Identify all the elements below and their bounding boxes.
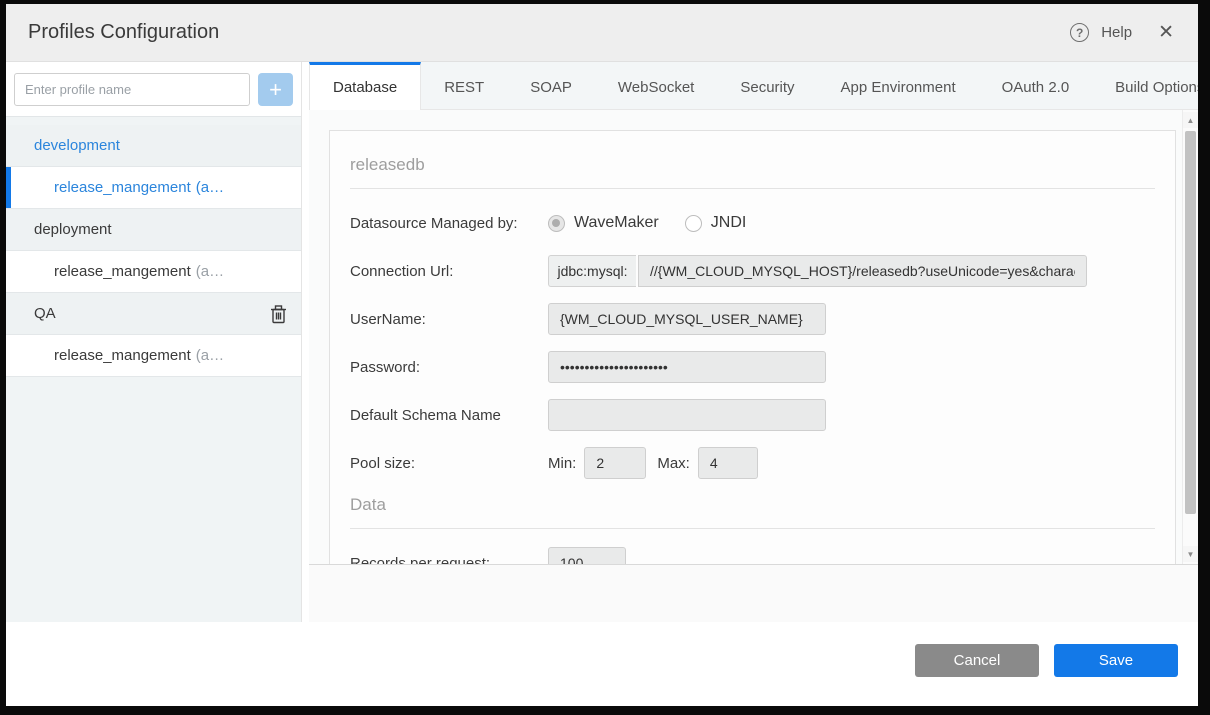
connection-url-input[interactable]	[638, 255, 1087, 287]
tab-build-options[interactable]: Build Options	[1092, 62, 1198, 109]
profiles-configuration-dialog: Profiles Configuration ? Help ✕ + develo…	[6, 4, 1198, 706]
pool-size-label: Pool size:	[350, 455, 548, 472]
dialog-header: Profiles Configuration ? Help ✕	[6, 4, 1198, 62]
radio-wavemaker[interactable]: WaveMaker	[548, 214, 659, 232]
vertical-scrollbar[interactable]: ▲ ▼	[1182, 110, 1198, 564]
datasource-radio-group: WaveMaker JNDI	[548, 214, 746, 232]
tab-rest[interactable]: REST	[421, 62, 507, 109]
tab-soap[interactable]: SOAP	[507, 62, 595, 109]
help-link[interactable]: Help	[1101, 24, 1132, 41]
close-icon[interactable]: ✕	[1158, 23, 1174, 42]
connection-url-control: jdbc:mysql:	[548, 255, 1087, 287]
pool-max-label: Max:	[657, 455, 690, 472]
pool-min-label: Min:	[548, 455, 576, 472]
sidebar-item-release-mangement-development[interactable]: release_mangement (a…	[6, 167, 301, 209]
radio-jndi[interactable]: JNDI	[685, 214, 747, 232]
datasource-label: Datasource Managed by:	[350, 215, 548, 232]
datasource-row: Datasource Managed by: WaveMaker JNDI	[350, 207, 1155, 239]
schema-row: Default Schema Name	[350, 399, 1155, 431]
tab-oauth[interactable]: OAuth 2.0	[979, 62, 1093, 109]
records-label: Records per request:	[350, 555, 548, 565]
radio-unselected-icon	[685, 215, 702, 232]
help-icon[interactable]: ?	[1070, 23, 1089, 42]
sidebar-item-development[interactable]: development	[6, 125, 301, 167]
tab-app-environment[interactable]: App Environment	[818, 62, 979, 109]
tab-websocket[interactable]: WebSocket	[595, 62, 717, 109]
section-divider	[350, 528, 1155, 529]
records-per-request-row: Records per request:	[350, 547, 1155, 564]
connection-url-row: Connection Url: jdbc:mysql:	[350, 255, 1155, 287]
profile-item-label: release_mangement	[54, 179, 191, 196]
tab-bar: Database REST SOAP WebSocket Security Ap…	[309, 62, 1198, 110]
records-per-request-input[interactable]	[548, 547, 626, 564]
cancel-button[interactable]: Cancel	[915, 644, 1039, 677]
database-tab-content: releasedb Datasource Managed by: WaveMak…	[309, 110, 1182, 564]
password-row: Password:	[350, 351, 1155, 383]
pool-size-row: Pool size: Min: Max:	[350, 447, 1155, 479]
profile-item-label: release_mangement	[54, 347, 191, 364]
header-actions: ? Help ✕	[1070, 23, 1174, 42]
database-settings-card: releasedb Datasource Managed by: WaveMak…	[329, 130, 1176, 564]
profile-item-label: release_mangement	[54, 263, 191, 280]
tab-security[interactable]: Security	[717, 62, 817, 109]
profile-item-suffix: (a…	[196, 179, 224, 196]
dialog-body: + development release_mangement (a… depl…	[6, 62, 1198, 622]
delete-profile-button[interactable]	[270, 304, 287, 324]
sidebar-item-qa[interactable]: QA	[6, 293, 301, 335]
page-title: Profiles Configuration	[28, 21, 219, 44]
profile-group-label: QA	[34, 305, 56, 322]
profile-group-label: development	[34, 137, 120, 154]
tab-database[interactable]: Database	[309, 62, 421, 110]
username-label: UserName:	[350, 311, 548, 328]
username-input[interactable]	[548, 303, 826, 335]
profile-list: development release_mangement (a… deploy…	[6, 117, 301, 377]
save-button[interactable]: Save	[1054, 644, 1178, 677]
sidebar-item-release-mangement-qa[interactable]: release_mangement (a…	[6, 335, 301, 377]
screen-background: Profiles Configuration ? Help ✕ + develo…	[0, 0, 1210, 715]
radio-selected-icon	[548, 215, 565, 232]
connection-url-label: Connection Url:	[350, 263, 548, 280]
password-label: Password:	[350, 359, 548, 376]
dialog-footer: Cancel Save	[6, 622, 1198, 706]
add-profile-button[interactable]: +	[258, 73, 293, 106]
sidebar-item-release-mangement-deployment[interactable]: release_mangement (a…	[6, 251, 301, 293]
schema-label: Default Schema Name	[350, 407, 548, 424]
scrollbar-thumb[interactable]	[1185, 131, 1196, 514]
profile-item-suffix: (a…	[196, 263, 224, 280]
pool-max-input[interactable]	[698, 447, 758, 479]
default-schema-input[interactable]	[548, 399, 826, 431]
profiles-sidebar: + development release_mangement (a… depl…	[6, 62, 302, 622]
tab-content-scroll-area: releasedb Datasource Managed by: WaveMak…	[309, 110, 1198, 565]
main-panel: Database REST SOAP WebSocket Security Ap…	[302, 62, 1198, 622]
radio-jndi-label: JNDI	[711, 214, 747, 232]
radio-wavemaker-label: WaveMaker	[574, 214, 659, 232]
profile-item-suffix: (a…	[196, 347, 224, 364]
scrollbar-up-icon[interactable]: ▲	[1183, 112, 1198, 128]
scrollbar-down-icon[interactable]: ▼	[1183, 546, 1198, 562]
jdbc-prefix: jdbc:mysql:	[548, 255, 636, 287]
sidebar-item-deployment[interactable]: deployment	[6, 209, 301, 251]
profile-group-label: deployment	[34, 221, 112, 238]
password-input[interactable]	[548, 351, 826, 383]
profile-name-input[interactable]	[14, 73, 250, 106]
db-section-title: releasedb	[350, 155, 1155, 175]
add-profile-row: +	[6, 62, 301, 117]
pool-min-input[interactable]	[584, 447, 646, 479]
trash-icon	[270, 304, 287, 324]
data-section-title: Data	[350, 495, 1155, 515]
section-divider	[350, 188, 1155, 189]
username-row: UserName:	[350, 303, 1155, 335]
content-lower-strip	[309, 565, 1198, 622]
